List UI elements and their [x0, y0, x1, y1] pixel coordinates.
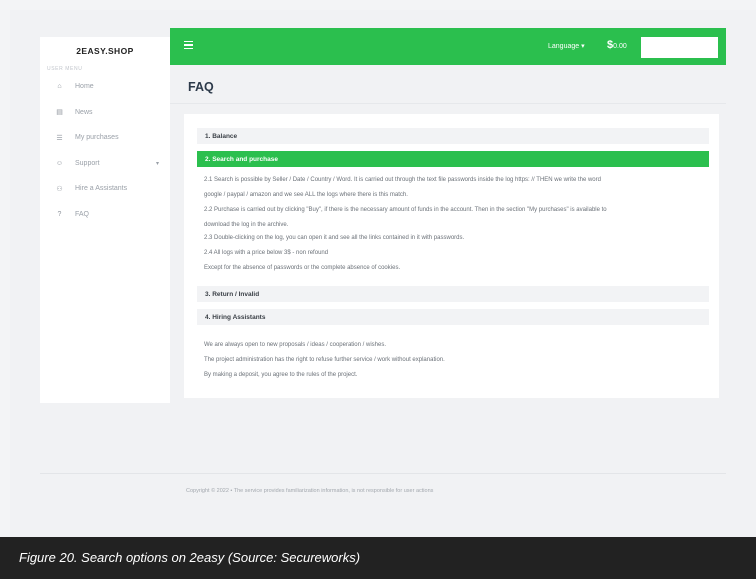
home-icon: ⌂: [57, 83, 62, 91]
sidebar-item-label: My purchases: [75, 134, 119, 142]
faq-text-line: download the log in the archive.: [204, 222, 289, 228]
sidebar-item-support[interactable]: ☺ Support ▾: [40, 151, 170, 177]
users-icon: ⚇: [56, 185, 63, 193]
menu-caption: USER MENU: [47, 66, 83, 72]
language-label: Language: [548, 43, 580, 50]
faq-section-return-invalid[interactable]: 3. Return / Invalid: [197, 286, 709, 302]
sidebar-item-faq[interactable]: ? FAQ: [40, 202, 170, 228]
news-icon: ▤: [56, 109, 63, 117]
screenshot-frame: 2EASY.SHOP USER MENU ⌂ Home ▤ News ☰ My …: [0, 0, 756, 537]
header-input[interactable]: [641, 37, 718, 58]
top-bar: Language ▾ $0.00: [170, 28, 726, 65]
sidebar: 2EASY.SHOP USER MENU ⌂ Home ▤ News ☰ My …: [40, 37, 170, 403]
account-balance: $0.00: [607, 39, 627, 51]
chevron-down-icon: ▾: [581, 43, 585, 50]
faq-section-search-purchase[interactable]: 2. Search and purchase: [197, 151, 709, 167]
faq-text-line: 2.3 Double-clicking on the log, you can …: [204, 235, 465, 241]
sidebar-item-label: FAQ: [75, 210, 90, 218]
faq-section-hiring-assistants[interactable]: 4. Hiring Assistants: [197, 309, 709, 325]
sidebar-item-label: Hire a Assistants: [75, 185, 128, 193]
faq-section-balance[interactable]: 1. Balance: [197, 128, 709, 144]
figure-caption: Figure 20. Search options on 2easy (Sour…: [19, 550, 361, 565]
sidebar-item-label: Support: [75, 159, 100, 167]
faq-card: 1. Balance 2. Search and purchase 2.1 Se…: [184, 114, 719, 398]
question-icon: ?: [57, 210, 62, 218]
page-title: FAQ: [188, 80, 214, 94]
chevron-down-icon: ▾: [155, 160, 159, 167]
faq-text-line: 2.4 All logs with a price below 3$ - non…: [204, 250, 329, 256]
balance-value: 0.00: [613, 43, 627, 50]
sidebar-item-news[interactable]: ▤ News: [40, 100, 170, 126]
brand-logo[interactable]: 2EASY.SHOP: [40, 37, 170, 65]
faq-text-line: 2.1 Search is possible by Seller / Date …: [204, 177, 601, 183]
support-icon: ☺: [55, 159, 64, 167]
faq-text-line: 2.2 Purchase is carried out by clicking …: [204, 207, 607, 213]
footer-divider: [40, 473, 726, 474]
faq-text-line: Except for the absence of passwords or t…: [204, 265, 401, 271]
sidebar-item-home[interactable]: ⌂ Home: [40, 74, 170, 100]
footer-text: Copyright © 2022 • The service provides …: [186, 488, 434, 494]
sidebar-item-label: News: [75, 108, 93, 116]
faq-note-line: The project administration has the right…: [204, 357, 445, 363]
faq-note-line: We are always open to new proposals / id…: [204, 342, 386, 348]
sidebar-item-my-purchases[interactable]: ☰ My purchases: [40, 125, 170, 151]
cart-icon: ☰: [56, 134, 63, 142]
sidebar-item-hire-assistants[interactable]: ⚇ Hire a Assistants: [40, 176, 170, 202]
faq-note-line: By making a deposit, you agree to the ru…: [204, 372, 358, 378]
language-dropdown[interactable]: Language ▾: [548, 42, 585, 50]
faq-text-line: google / paypal / amazon and we see ALL …: [204, 192, 408, 198]
figure-caption-bar: Figure 20. Search options on 2easy (Sour…: [0, 537, 756, 579]
divider: [170, 103, 726, 104]
hamburger-menu-icon[interactable]: [184, 41, 193, 51]
sidebar-item-label: Home: [75, 83, 94, 91]
